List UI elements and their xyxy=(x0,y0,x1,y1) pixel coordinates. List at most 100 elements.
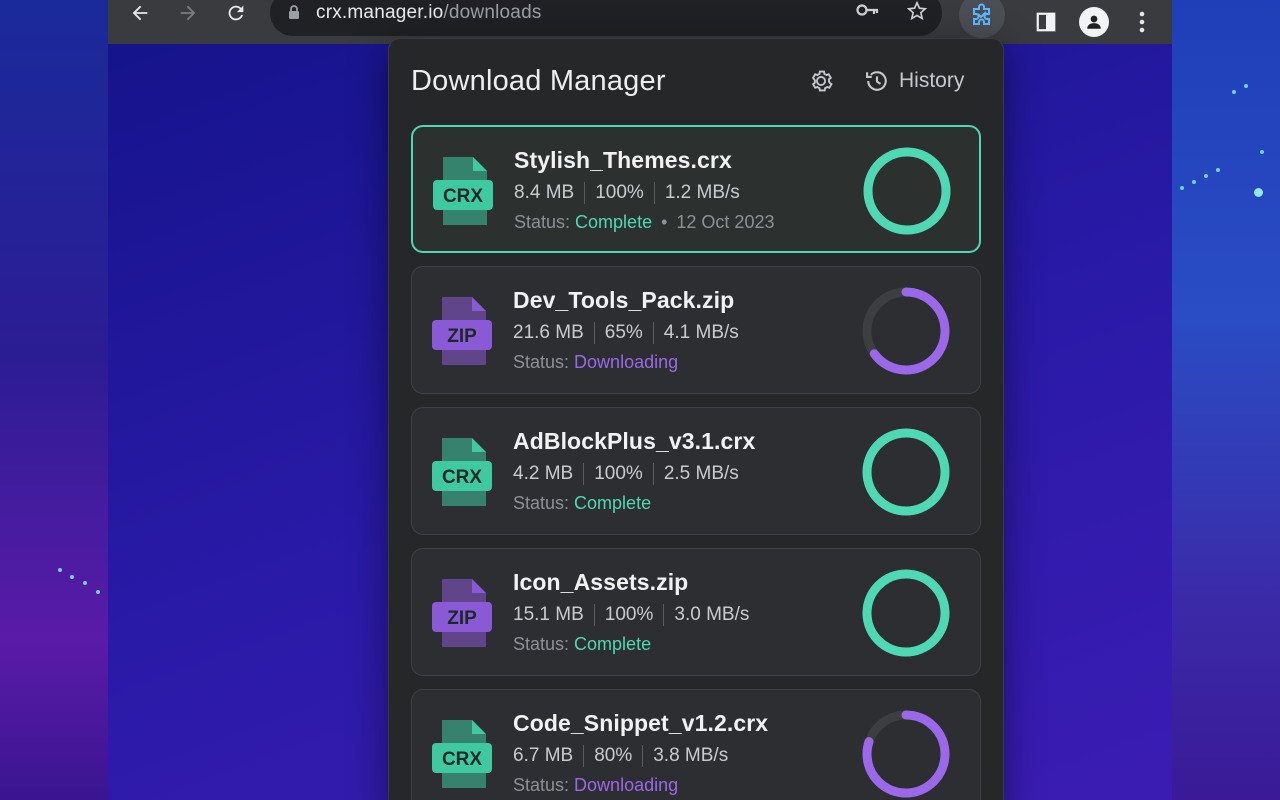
download-speed: 3.8 MB/s xyxy=(653,745,729,766)
file-size: 8.4 MB xyxy=(514,182,575,203)
file-size: 6.7 MB xyxy=(513,745,574,766)
download-item[interactable]: CRX Code_Snippet_v1.2.crx 6.7 MB 80% 3.8 MB/… xyxy=(411,689,981,800)
lock-icon xyxy=(288,4,300,22)
download-info: Code_Snippet_v1.2.crx 6.7 MB 80% 3.8 MB/s St… xyxy=(513,710,768,796)
divider xyxy=(653,182,655,204)
status-prefix: Status: xyxy=(514,212,571,232)
download-speed: 2.5 MB/s xyxy=(663,463,739,484)
avatar xyxy=(1079,7,1109,37)
decor-dot xyxy=(1244,84,1248,88)
side-panel-icon xyxy=(1036,12,1056,32)
forward-button[interactable] xyxy=(168,0,208,33)
download-speed: 4.1 MB/s xyxy=(663,322,739,343)
divider xyxy=(652,322,654,344)
progress-ring xyxy=(862,710,950,798)
download-manager-popup: Download Manager History CRX Stylish_Them… xyxy=(388,38,1004,800)
divider xyxy=(583,463,585,485)
crx-file-icon: CRX xyxy=(433,155,495,227)
download-info: Icon_Assets.zip 15.1 MB 100% 3.0 MB/s Status… xyxy=(513,569,749,655)
status-line: Status: Complete xyxy=(513,634,749,655)
status-line: Status: Complete • 12 Oct 2023 xyxy=(514,212,774,233)
progress-ring-fill xyxy=(862,569,950,657)
history-icon xyxy=(866,71,887,91)
side-panel-button[interactable] xyxy=(1026,2,1066,42)
progress-percent: 100% xyxy=(594,463,643,484)
download-meta: 8.4 MB 100% 1.2 MB/s xyxy=(514,182,774,204)
file-size: 15.1 MB xyxy=(513,604,584,625)
decor-dot xyxy=(58,568,62,572)
download-info: Dev_Tools_Pack.zip 21.6 MB 65% 4.1 MB/s Stat… xyxy=(513,287,739,373)
person-icon xyxy=(1087,15,1101,29)
download-date: 12 Oct 2023 xyxy=(676,212,775,232)
download-info: AdBlockPlus_v3.1.crx 4.2 MB 100% 2.5 MB/s St… xyxy=(513,428,755,514)
divider xyxy=(593,322,595,344)
progress-percent: 100% xyxy=(604,604,654,625)
popup-header: Download Manager History xyxy=(411,65,975,101)
progress-percent: 100% xyxy=(595,182,644,203)
arrow-left-icon xyxy=(132,5,148,21)
status-prefix: Status: xyxy=(513,493,570,513)
download-meta: 4.2 MB 100% 2.5 MB/s xyxy=(513,463,755,485)
zip-file-icon: ZIP xyxy=(432,295,494,367)
url-path: /downloads xyxy=(443,2,542,23)
url-text: crx.manager.io/downloads xyxy=(316,2,542,24)
progress-percent: 80% xyxy=(594,745,633,766)
divider xyxy=(584,182,586,204)
reload-icon xyxy=(228,5,244,21)
file-type-label: CRX xyxy=(442,467,482,488)
download-item[interactable]: ZIP Dev_Tools_Pack.zip 21.6 MB 65% 4.1 MB/s S… xyxy=(411,266,981,394)
download-meta: 15.1 MB 100% 3.0 MB/s xyxy=(513,604,749,626)
more-vertical-icon xyxy=(1139,11,1145,33)
profile-button[interactable] xyxy=(1074,2,1114,42)
download-item[interactable]: CRX Stylish_Themes.crx 8.4 MB 100% 1.2 MB/s S… xyxy=(411,125,981,253)
decor-dot xyxy=(1204,174,1208,178)
download-info: Stylish_Themes.crx 8.4 MB 100% 1.2 MB/s Stat… xyxy=(514,147,774,233)
key-icon[interactable] xyxy=(856,0,880,28)
puzzle-extension-icon xyxy=(973,3,990,25)
decor-dot xyxy=(1180,186,1184,190)
status-line: Status: Complete xyxy=(513,493,755,514)
file-size: 21.6 MB xyxy=(513,322,584,343)
reload-button[interactable] xyxy=(216,0,256,33)
history-button[interactable]: History xyxy=(863,67,964,95)
status-value: Complete xyxy=(574,493,652,513)
address-bar[interactable]: crx.manager.io/downloads xyxy=(270,0,942,36)
extension-button-active[interactable] xyxy=(959,0,1005,38)
progress-percent: 65% xyxy=(604,322,643,343)
divider xyxy=(593,604,595,626)
status-prefix: Status: xyxy=(513,634,570,654)
file-type-label: ZIP xyxy=(447,326,477,347)
decor-dot xyxy=(1260,150,1264,154)
progress-ring-fill xyxy=(863,147,951,235)
progress-ring xyxy=(863,147,951,235)
download-speed: 3.0 MB/s xyxy=(674,604,750,625)
url-host: crx.manager.io xyxy=(316,2,444,23)
download-item[interactable]: ZIP Icon_Assets.zip 15.1 MB 100% 3.0 MB/s Sta… xyxy=(411,548,981,676)
download-item[interactable]: CRX AdBlockPlus_v3.1.crx 4.2 MB 100% 2.5 MB/… xyxy=(411,407,981,535)
divider xyxy=(583,745,585,767)
progress-ring xyxy=(862,428,950,516)
file-name: Code_Snippet_v1.2.crx xyxy=(513,710,769,736)
divider xyxy=(642,745,644,767)
divider xyxy=(652,463,654,485)
star-icon[interactable] xyxy=(906,0,928,28)
zip-file-icon: ZIP xyxy=(432,577,494,649)
browser-menu-button[interactable] xyxy=(1122,2,1162,42)
desktop-background-left xyxy=(0,0,108,800)
status-value: Downloading xyxy=(574,775,679,795)
settings-button[interactable] xyxy=(807,67,837,97)
file-size: 4.2 MB xyxy=(513,463,574,484)
download-meta: 21.6 MB 65% 4.1 MB/s xyxy=(513,322,739,344)
status-value: Complete xyxy=(574,634,652,654)
file-name: Dev_Tools_Pack.zip xyxy=(513,287,735,313)
back-button[interactable] xyxy=(120,0,160,33)
decor-dot xyxy=(1216,168,1220,172)
file-name: AdBlockPlus_v3.1.crx xyxy=(513,428,756,454)
desktop-background-right xyxy=(1172,0,1280,800)
decor-dot xyxy=(96,590,100,594)
divider xyxy=(663,604,665,626)
file-name: Icon_Assets.zip xyxy=(513,569,689,595)
progress-ring xyxy=(862,569,950,657)
decor-dot xyxy=(83,581,87,585)
status-line: Status: Downloading xyxy=(513,352,739,373)
